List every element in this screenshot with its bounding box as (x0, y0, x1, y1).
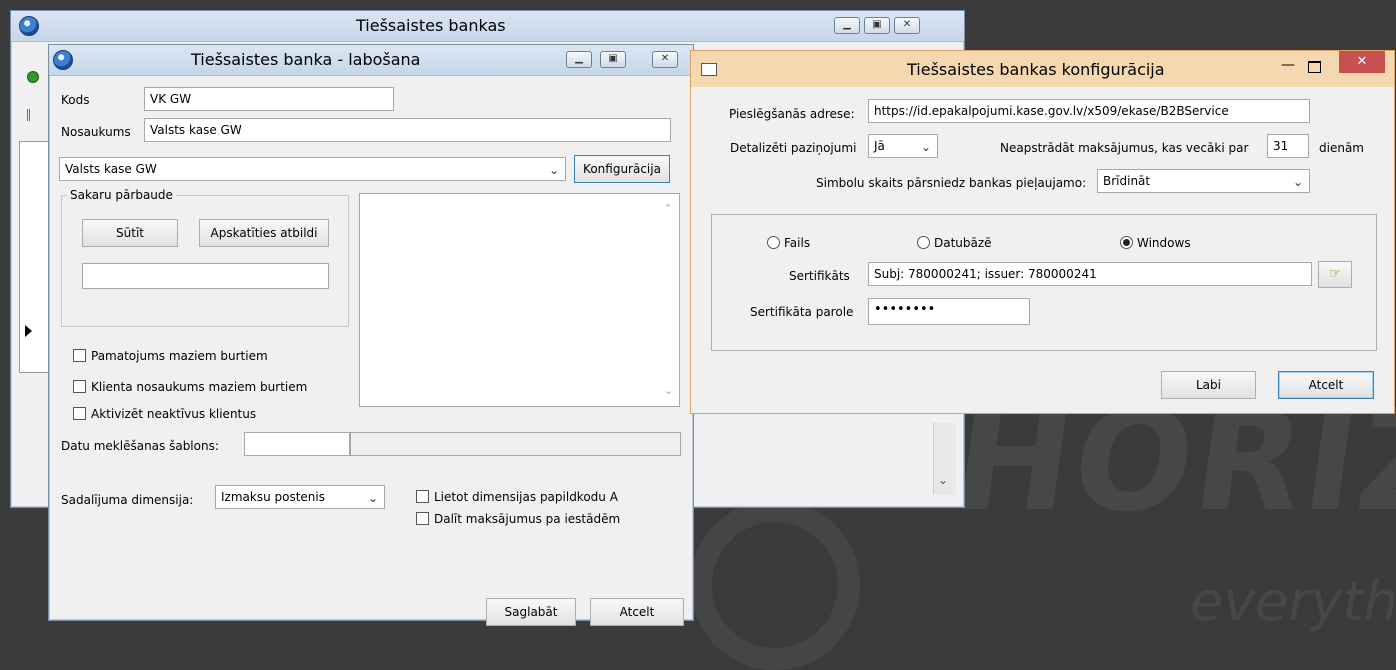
template-input[interactable] (244, 432, 350, 456)
lowercase-client-label: Klienta nosaukums maziem burtiem (91, 380, 308, 394)
symbols-select[interactable]: Brīdināt ⌄ (1097, 169, 1310, 193)
certificate-input[interactable]: Subj: 780000241; issuer: 780000241 (868, 262, 1312, 286)
grid-scrollbar[interactable]: ⌄ (933, 423, 956, 495)
main-titlebar: Tiešsaistes bankas ▁ ▣ ✕ (11, 11, 964, 42)
main-window-title: Tiešsaistes bankas (356, 16, 506, 35)
background-tagline: everyth (1190, 570, 1396, 633)
test-result-field (82, 263, 329, 289)
chevron-down-icon: ⌄ (1292, 175, 1303, 189)
lowercase-reason-label: Pamatojums maziem burtiem (91, 349, 268, 363)
edit-window: Tiešsaistes banka - labošana ▁ ▣ ✕ Kods … (48, 44, 694, 626)
send-button[interactable]: Sūtīt (82, 219, 178, 247)
address-label: Pieslēgšanās adrese: (729, 107, 855, 121)
cancel-button[interactable]: Atcelt (590, 598, 684, 626)
edit-titlebar: Tiešsaistes banka - labošana ▁ ▣ ✕ (49, 45, 693, 76)
ok-button[interactable]: Labi (1161, 371, 1256, 399)
scroll-up-icon[interactable]: ⌃ (664, 200, 673, 218)
nosaukums-input[interactable]: Valsts kase GW (144, 118, 671, 142)
toolbar-list-icon[interactable] (27, 109, 40, 121)
nosaukums-label: Nosaukums (61, 125, 131, 139)
radio-file[interactable] (767, 236, 780, 249)
bank-select-value: Valsts kase GW (65, 162, 157, 176)
save-button[interactable]: Saglabāt (486, 598, 576, 626)
older-payments-input[interactable]: 31 (1267, 134, 1309, 158)
minimize-icon[interactable]: ▁ (834, 17, 860, 34)
split-payments-label: Dalīt maksājumus pa iestādēm (434, 512, 621, 526)
window-icon (701, 63, 717, 76)
close-icon[interactable]: ✕ (652, 51, 678, 68)
lowercase-client-checkbox[interactable] (73, 380, 86, 393)
view-response-button[interactable]: Apskatīties atbildi (199, 219, 329, 247)
maximize-icon[interactable] (1308, 61, 1321, 73)
dimension-label: Sadalījuma dimensija: (61, 493, 194, 507)
password-input[interactable]: •••••••• (868, 298, 1030, 325)
chevron-down-icon: ⌄ (920, 140, 931, 154)
dimension-select[interactable]: Izmaksu postenis ⌄ (215, 485, 385, 509)
lowercase-reason-checkbox[interactable] (73, 349, 86, 362)
minimize-icon[interactable]: ▁ (566, 51, 592, 68)
scroll-down-icon[interactable]: ⌄ (938, 473, 948, 487)
config-cancel-button[interactable]: Atcelt (1278, 371, 1374, 399)
scroll-down-icon[interactable]: ⌄ (664, 382, 673, 400)
pointing-hand-icon: ☞ (1328, 266, 1342, 282)
activate-inactive-checkbox[interactable] (73, 407, 86, 420)
radio-windows[interactable] (1120, 236, 1133, 249)
detailed-notifications-select[interactable]: Jā ⌄ (868, 134, 938, 158)
minimize-icon[interactable]: — (1281, 57, 1295, 73)
certificate-browse-button[interactable]: ☞ (1318, 261, 1352, 288)
config-button[interactable]: Konfigurācija (574, 155, 670, 183)
template-extra-field (350, 432, 681, 456)
detailed-notifications-label: Detalizēti paziņojumi (730, 141, 857, 155)
dimension-select-value: Izmaksu postenis (221, 490, 325, 504)
app-icon (19, 16, 39, 36)
certificate-label: Sertifikāts (789, 269, 850, 283)
edit-window-title: Tiešsaistes banka - labošana (191, 50, 421, 69)
older-payments-label: Neapstrādāt maksājumus, kas vecāki par (1000, 141, 1249, 155)
chevron-down-icon: ⌄ (367, 491, 378, 505)
close-icon[interactable]: ✕ (894, 17, 920, 34)
row-indicator-icon (25, 325, 32, 337)
radio-windows-label: Windows (1137, 236, 1191, 250)
bank-select[interactable]: Valsts kase GW ⌄ (59, 157, 566, 181)
chevron-down-icon: ⌄ (548, 163, 559, 177)
use-dimension-code-checkbox[interactable] (416, 490, 429, 503)
grid-area (19, 141, 51, 373)
detailed-notifications-value: Jā (874, 139, 885, 153)
config-window: Tiešsaistes bankas konfigurācija — ✕ Pie… (690, 50, 1395, 414)
use-dimension-code-label: Lietot dimensijas papildkodu A (434, 490, 618, 504)
close-icon[interactable]: ✕ (1339, 51, 1385, 73)
symbols-label: Simbolu skaits pārsniedz bankas pieļauja… (816, 176, 1087, 190)
kods-label: Kods (61, 93, 90, 107)
maximize-icon[interactable]: ▣ (864, 17, 890, 34)
activate-inactive-label: Aktivizēt neaktīvus klientus (91, 407, 257, 421)
kods-input[interactable]: VK GW (144, 87, 394, 111)
radio-database-label: Datubāzē (934, 236, 992, 250)
config-titlebar: Tiešsaistes bankas konfigurācija — ✕ (691, 51, 1394, 87)
template-label: Datu meklēšanas šablons: (61, 439, 219, 453)
connection-test-group (61, 195, 349, 327)
response-textarea[interactable]: ⌃ ⌄ (359, 193, 680, 407)
radio-database[interactable] (917, 236, 930, 249)
days-label: dienām (1319, 141, 1364, 155)
radio-file-label: Fails (784, 236, 811, 250)
connection-test-title: Sakaru pārbaude (67, 188, 176, 202)
config-window-title: Tiešsaistes bankas konfigurācija (907, 60, 1165, 79)
split-payments-checkbox[interactable] (416, 512, 429, 525)
symbols-select-value: Brīdināt (1103, 174, 1151, 188)
address-input[interactable]: https://id.epakalpojumi.kase.gov.lv/x509… (868, 99, 1310, 123)
background-circle (690, 500, 860, 670)
app-icon (53, 50, 73, 70)
maximize-icon[interactable]: ▣ (600, 51, 626, 68)
password-label: Sertifikāta parole (750, 305, 854, 319)
toolbar-add-icon[interactable] (27, 71, 39, 83)
